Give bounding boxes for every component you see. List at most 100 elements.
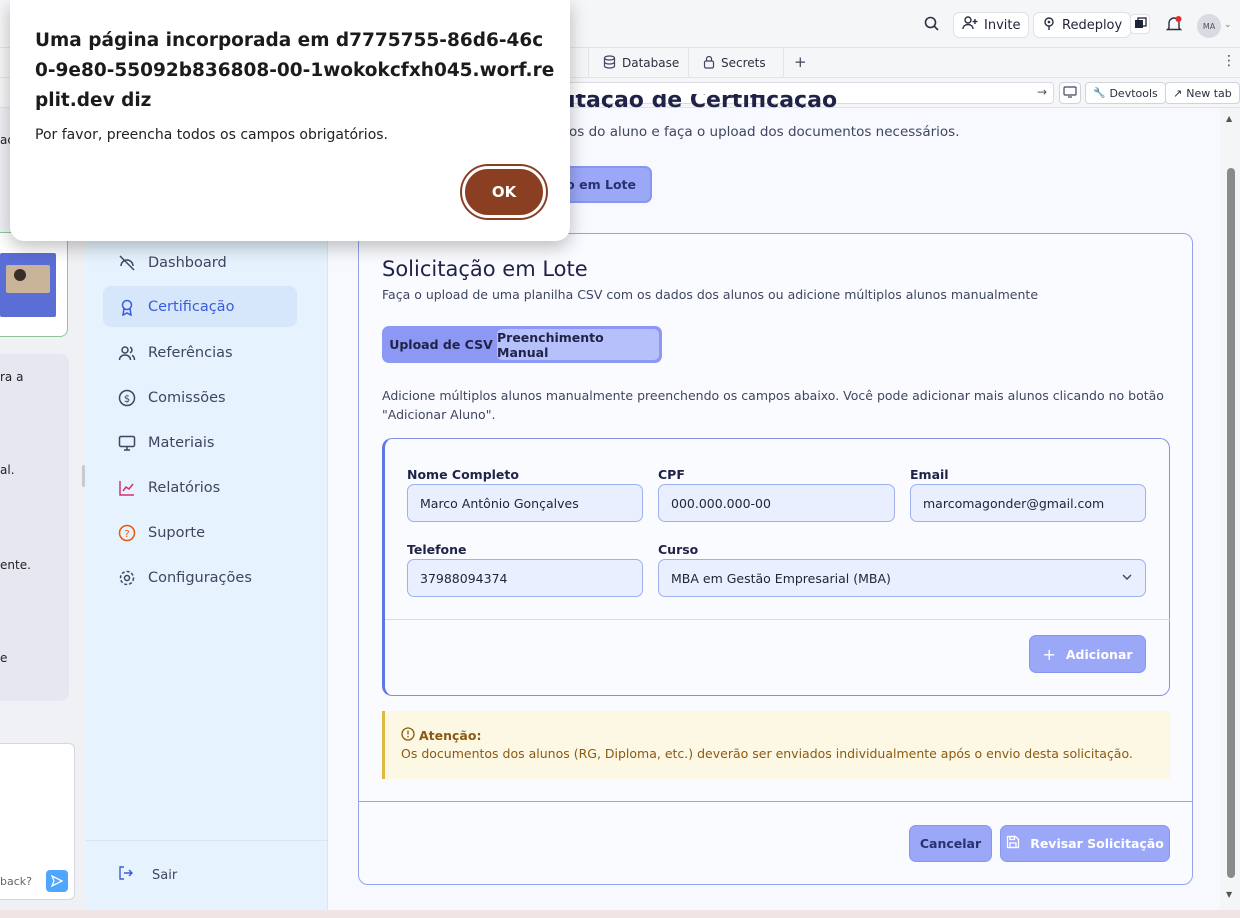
deploy-icon [1042,16,1056,34]
review-request-button[interactable]: Revisar Solicitação [1000,825,1170,862]
chat-input-placeholder: back? [0,875,32,888]
alert-dialog: Uma página incorporada em d7775755-86d6-… [10,0,570,241]
sidebar-item-suporte[interactable]: ? Suporte [103,512,297,553]
arrow-right-icon[interactable]: → [1037,85,1047,99]
sidebar-item-label: Suporte [148,524,206,541]
sidebar-item-relatorios[interactable]: Relatórios [103,467,297,508]
bottom-border [0,910,1240,918]
page-subtitle: os do aluno e faça o upload dos document… [569,124,960,140]
sidebar-item-label: Relatórios [148,479,221,496]
invite-button[interactable]: Invite [953,12,1030,38]
tab-manual-entry[interactable]: Preenchimento Manual [497,329,659,360]
form-divider [385,619,1170,620]
ok-button[interactable]: OK [462,166,546,218]
cpf-label: CPF [658,467,685,482]
sidebar-item-referencias[interactable]: Referências [103,332,297,373]
chat-input-box[interactable]: back? [0,743,75,900]
tab-upload-csv[interactable]: Upload de CSV [385,329,497,360]
chat-text-fragment: ra a [0,370,24,384]
dialog-message: Por favor, preencha todos os campos obri… [35,127,389,143]
email-field[interactable]: marcomagonder@gmail.com [910,484,1146,522]
cancel-button[interactable]: Cancelar [909,825,992,862]
phone-label: Telefone [407,542,467,557]
sidebar-item-label: Configurações [148,569,252,586]
sidebar-item-dashboard[interactable]: Dashboard [103,242,297,283]
send-icon[interactable] [46,870,68,892]
devtools-button[interactable]: 🔧 Devtools [1085,82,1166,104]
panel-resize-handle[interactable] [82,465,85,487]
scroll-up-icon[interactable]: ▲ [1226,114,1232,123]
chat-text-fragment: e [0,651,8,665]
chat-thumbnail-card[interactable] [0,232,68,337]
chart-icon [118,479,136,497]
chevron-down-icon [1121,571,1133,586]
cpf-field[interactable]: 000.000.000-00 [658,484,895,522]
redeploy-label: Redeploy [1062,17,1123,33]
alert-text: Os documentos dos alunos (RG, Diploma, e… [401,746,1133,761]
save-icon [1006,835,1020,852]
plus-icon: + [1042,644,1056,664]
logout-label: Sair [152,867,178,883]
sidebar-item-label: Materiais [148,434,215,451]
scrollbar[interactable]: ▲ ▼ [1220,108,1240,910]
sidebar-item-materiais[interactable]: Materiais [103,422,297,463]
instructions-line-1: Adicione múltiplos alunos manualmente pr… [382,388,1164,403]
gear-icon [118,569,136,587]
tab-database-label: Database [622,56,680,70]
monitor-icon [118,434,136,452]
chevron-down-icon[interactable]: ⌄ [1224,20,1232,30]
avatar[interactable]: MA [1197,14,1221,38]
devtools-label: Devtools [1109,86,1158,100]
phone-field[interactable]: 37988094374 [407,559,643,597]
course-label: Curso [658,542,699,557]
attention-alert: Atenção: Os documentos dos alunos (RG, D… [382,711,1170,779]
chat-message-bubble: ra a al. ente. e [0,354,69,701]
new-tab-button[interactable]: ↗ New tab [1165,82,1240,104]
svg-text:$: $ [124,394,130,405]
card-divider [359,801,1192,802]
invite-label: Invite [984,17,1021,33]
name-field[interactable]: Marco Antônio Gonçalves [407,484,643,522]
page-title: itação de Certificação [568,94,838,108]
redeploy-button[interactable]: Redeploy [1033,12,1132,38]
users-icon [118,344,136,362]
sidebar-item-configuracoes[interactable]: Configurações [103,557,297,598]
scroll-down-icon[interactable]: ▼ [1226,890,1232,899]
upload-mode-tabs: Upload de CSV Preenchimento Manual [382,326,662,363]
notification-bell-icon[interactable] [1165,15,1183,33]
award-icon [118,298,136,316]
lock-icon [703,55,715,72]
chat-text-fragment: ente. [0,558,31,572]
svg-text:?: ? [124,529,129,540]
add-student-button[interactable]: + Adicionar [1029,635,1146,673]
alert-title: Atenção: [401,727,481,744]
card-title: Solicitação em Lote [382,257,588,281]
scrollbar-thumb[interactable] [1227,168,1235,878]
layout-icon[interactable] [1130,14,1150,34]
card-subtitle: Faça o upload de uma planilha CSV com os… [382,287,1039,302]
logout-button[interactable]: Sair [118,865,177,885]
wrench-icon: 🔧 [1093,87,1106,99]
email-label: Email [910,467,949,482]
screen-toggle-button[interactable] [1059,82,1081,104]
search-icon[interactable] [923,15,941,33]
tab-secrets-label: Secrets [721,56,766,70]
tab-database[interactable]: Database [588,48,693,78]
logout-icon [118,865,134,885]
name-label: Nome Completo [407,467,519,482]
sidebar-item-label: Referências [148,344,233,361]
course-select[interactable]: MBA em Gestão Empresarial (MBA) [658,559,1146,597]
preview-image [0,253,56,317]
chat-text-fragment: al. [0,463,15,477]
more-options-icon[interactable]: ⋮ [1222,53,1236,69]
sidebar-divider [86,840,327,841]
tab-secrets[interactable]: Secrets [688,48,784,78]
sidebar-item-label: Certificação [148,298,235,315]
sidebar-item-label: Comissões [148,389,226,406]
alert-circle-icon [401,727,415,744]
sidebar-item-certificacao[interactable]: Certificação [103,286,297,327]
instructions-line-2: "Adicionar Aluno". [382,407,496,422]
new-tab-plus-icon[interactable]: + [794,53,807,71]
external-link-icon: ↗ [1173,86,1183,100]
sidebar-item-comissoes[interactable]: $ Comissões [103,377,297,418]
